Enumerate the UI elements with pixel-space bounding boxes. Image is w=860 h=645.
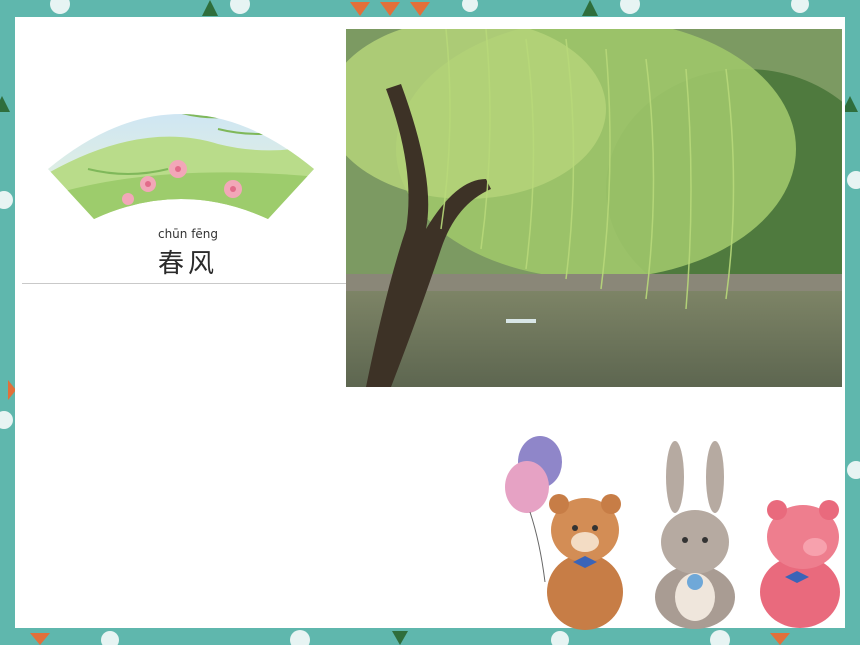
willow-lake-photo [346, 29, 842, 387]
cartoon-animals-illustration [505, 436, 840, 630]
bear-icon [547, 494, 623, 630]
pig-icon [760, 500, 840, 628]
slide-canvas: chūn fēng 春风 [15, 17, 845, 630]
chunfeng-fan-card: chūn fēng 春风 [18, 29, 348, 289]
pinyin-label: chūn fēng [157, 227, 219, 241]
rabbit-icon [655, 441, 735, 629]
fan-painting-icon [48, 114, 314, 219]
chunfeng-title: 春风 [157, 249, 218, 279]
divider-line [22, 283, 348, 284]
